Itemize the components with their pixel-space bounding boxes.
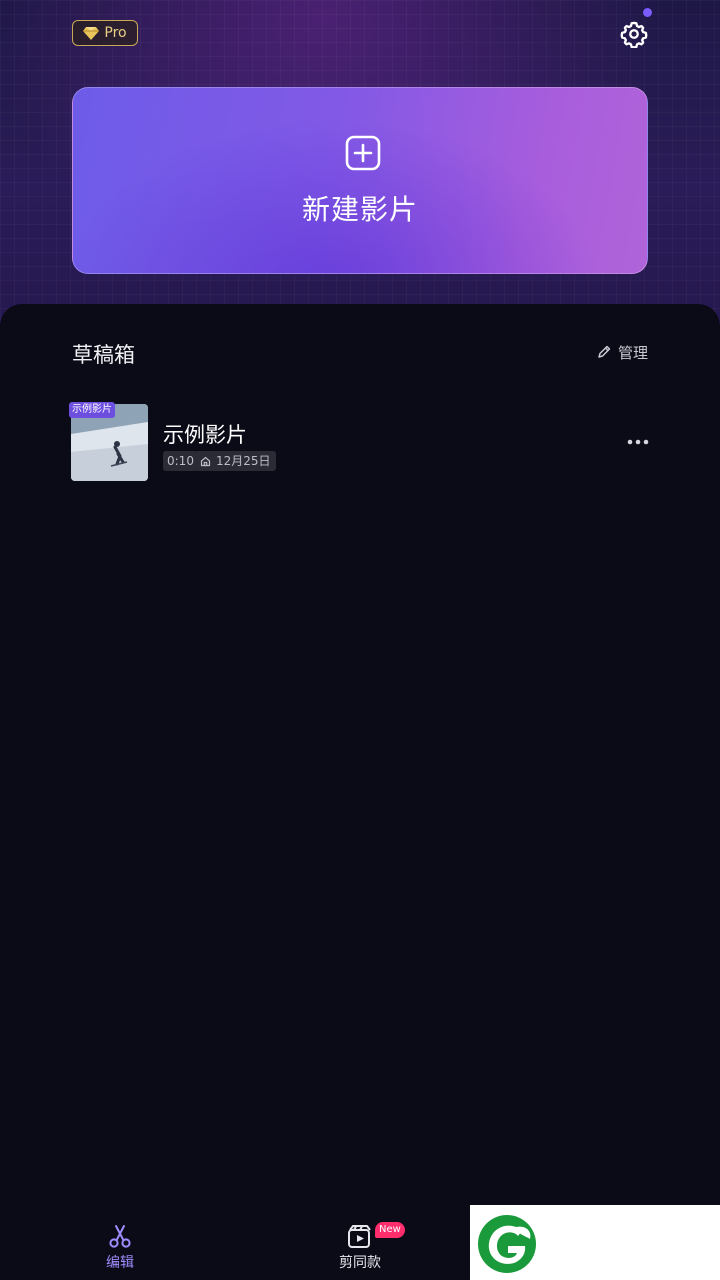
- new-badge: New: [375, 1222, 405, 1238]
- diamond-icon: [83, 26, 100, 40]
- pro-badge-label: Pro: [104, 25, 127, 41]
- film-play-icon: [348, 1225, 371, 1248]
- pencil-icon: [598, 345, 611, 358]
- manage-label: 管理: [618, 343, 649, 362]
- tab-template-label: 剪同款: [339, 1255, 381, 1271]
- home-icon: [200, 456, 211, 466]
- scissors-icon: [109, 1225, 131, 1248]
- tab-edit-label: 编辑: [106, 1255, 134, 1271]
- pro-badge[interactable]: Pro: [72, 20, 138, 46]
- new-movie-button[interactable]: 新建影片: [72, 87, 648, 274]
- gear-icon[interactable]: [620, 20, 648, 48]
- manage-button[interactable]: 管理: [596, 341, 648, 363]
- tab-edit[interactable]: 编辑: [80, 1224, 160, 1272]
- notification-dot: [643, 8, 652, 17]
- drafts-title: 草稿箱: [72, 343, 135, 367]
- draft-title[interactable]: 示例影片: [163, 419, 247, 449]
- leaf-logo-icon: [478, 1215, 536, 1273]
- plus-square-icon: [345, 135, 381, 171]
- watermark-logo: [470, 1205, 720, 1280]
- draft-date: 12月25日: [216, 454, 271, 468]
- sample-tag: 示例影片: [69, 402, 115, 418]
- draft-duration: 0:10: [163, 451, 198, 471]
- draft-date-badge: 12月25日: [195, 451, 276, 471]
- more-options-icon[interactable]: [626, 432, 650, 452]
- new-movie-label: 新建影片: [301, 193, 418, 226]
